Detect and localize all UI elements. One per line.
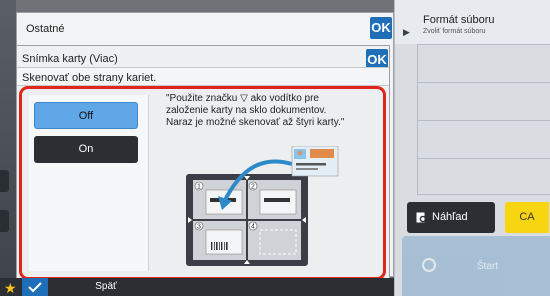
on-option[interactable]: On <box>34 136 138 163</box>
description-text: Skenovať obe strany kariet. <box>22 72 157 84</box>
card-placement-illustration: 1 2 3 4 <box>186 146 339 266</box>
instruction-message: "Použite značku ▽ ako vodítko pre založe… <box>166 93 381 129</box>
start-button[interactable]: Štart <box>402 236 550 296</box>
star-icon[interactable]: ★ <box>4 280 17 296</box>
ca-button[interactable]: CA <box>505 202 549 233</box>
slot-label: 4 <box>251 224 255 231</box>
start-label: Štart <box>477 261 499 272</box>
slot-label: 3 <box>197 224 201 231</box>
message-line: Naraz je možné skenovať až štyri karty." <box>166 117 345 128</box>
side-tab[interactable] <box>0 210 9 232</box>
play-icon: ▶ <box>403 27 410 37</box>
divider <box>417 82 550 83</box>
file-format-title: Formát súboru <box>423 14 495 26</box>
back-button[interactable]: Späť <box>67 278 145 296</box>
divider <box>417 44 550 45</box>
dialog-title: Ostatné <box>26 23 65 35</box>
option-panel: Off On <box>29 95 149 271</box>
check-icon <box>28 282 42 293</box>
check-button[interactable] <box>22 278 48 296</box>
description-bar: Skenovať obe strany kariet. <box>17 67 389 86</box>
start-icon <box>422 258 436 272</box>
highlight-frame: Off On "Použite značku ▽ ako vodítko pre… <box>19 86 386 280</box>
side-tab[interactable] <box>0 170 9 192</box>
divider <box>417 158 550 159</box>
slot-label: 2 <box>251 184 255 191</box>
ok-button[interactable]: OK <box>370 17 392 39</box>
preview-icon <box>416 212 427 223</box>
slot-label: 1 <box>197 184 201 191</box>
message-line: "Použite značku ▽ ako vodítko pre <box>166 93 319 104</box>
background-strip <box>0 0 16 296</box>
off-option[interactable]: Off <box>34 102 138 129</box>
file-format-subtitle: Zvoliť formát súboru <box>423 28 486 35</box>
file-format-header[interactable]: ▶ Formát súboru Zvoliť formát súboru <box>395 0 550 44</box>
divider <box>417 44 418 194</box>
preview-label: Náhľad <box>432 211 468 223</box>
dialog-title: Snímka karty (Viac) <box>22 53 118 65</box>
divider <box>417 120 550 121</box>
preview-button[interactable]: Náhľad <box>407 202 495 233</box>
message-line: založenie karty na sklo dokumentov. <box>166 105 327 116</box>
bottom-bar <box>0 278 394 296</box>
divider <box>417 194 550 195</box>
